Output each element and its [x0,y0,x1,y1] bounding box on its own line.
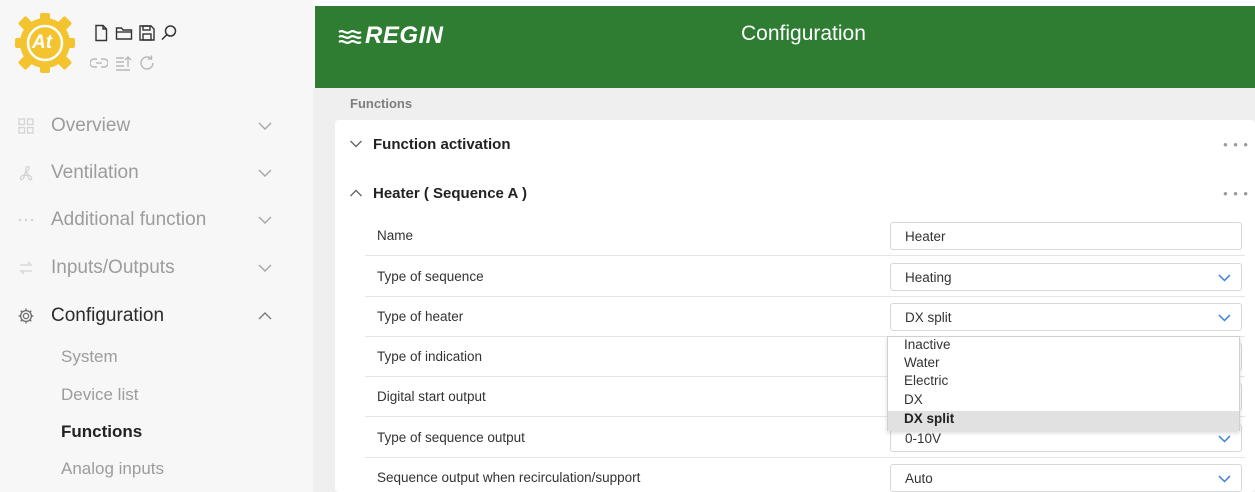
more-options-icon[interactable]: • • • [1223,137,1249,152]
subnav-item-functions[interactable]: Functions [61,422,142,442]
sidebar-item-additional-function[interactable]: Additional function [0,200,313,240]
list-upload-icon[interactable] [114,54,132,72]
sidebar-item-label: Overview [51,115,131,136]
dropdown-option-inactive[interactable]: Inactive [888,337,1239,357]
row-type-of-heater: Type of heater DX split [365,297,1245,337]
sidebar-item-label: Ventilation [51,162,139,183]
dropdown-option-dx[interactable]: DX [888,392,1239,412]
chevron-down-icon [1218,432,1231,445]
chevron-up-icon [256,307,274,325]
field-value: Heater [905,229,946,244]
gear-icon [17,307,35,325]
section-title: Heater ( Sequence A ) [373,184,527,202]
header-bar: REGIN Configuration [315,6,1255,88]
chevron-down-icon [1218,271,1231,284]
sidebar-item-ventilation[interactable]: Ventilation [0,153,313,193]
sidebar: At Overview Ventilation Additional funct… [0,0,313,492]
row-name: Name Heater [365,216,1245,256]
chevron-down-icon [349,137,363,151]
sidebar-item-overview[interactable]: Overview [0,106,313,146]
regin-waves-icon [338,30,362,44]
row-label: Type of heater [377,309,464,324]
sidebar-item-label: Configuration [51,305,165,326]
dropdown-option-water[interactable]: Water [888,355,1239,375]
new-file-icon[interactable] [92,24,110,42]
chevron-down-icon [1218,311,1231,324]
row-label: Sequence output when recirculation/suppo… [377,470,641,485]
subnav-item-device-list[interactable]: Device list [61,385,138,405]
chevron-up-icon [349,186,363,200]
page-title: Configuration [741,22,866,45]
toolbar: At [0,0,313,88]
fan-icon [17,164,35,182]
type-of-sequence-select[interactable]: Heating [890,263,1242,291]
refresh-icon[interactable] [138,54,156,72]
field-value: DX split [905,310,952,325]
field-value: 0-10V [905,431,942,446]
app-logo[interactable]: At [12,10,78,76]
row-label: Type of sequence [377,269,484,284]
section-function-activation[interactable]: Function activation • • • [335,131,1255,157]
sidebar-item-label: Additional function [51,209,207,230]
type-of-heater-dropdown: Inactive Water Electric DX DX split [887,336,1240,431]
save-icon[interactable] [138,24,156,42]
main-content: Functions Function activation • • • Heat… [313,88,1255,492]
dots-icon [17,211,35,229]
sidebar-item-inputs-outputs[interactable]: Inputs/Outputs [0,248,313,288]
chevron-down-icon [256,211,274,229]
open-folder-icon[interactable] [115,24,133,42]
dropdown-option-electric[interactable]: Electric [888,373,1239,393]
row-label: Name [377,228,414,243]
chevron-down-icon [256,164,274,182]
section-heater-sequence-a[interactable]: Heater ( Sequence A ) • • • [335,180,1255,206]
subnav-item-analog-inputs[interactable]: Analog inputs [61,459,164,479]
name-input[interactable]: Heater [890,222,1242,250]
row-label: Digital start output [377,389,486,404]
search-icon[interactable] [160,24,178,42]
app-logo-text: At [32,32,53,53]
sidebar-item-configuration[interactable]: Configuration [0,296,313,336]
type-of-heater-select[interactable]: DX split [890,303,1242,331]
row-sequence-output-recirculation: Sequence output when recirculation/suppo… [365,458,1245,492]
grid-icon [17,117,35,135]
field-value: Heating [905,270,952,285]
section-title: Function activation [373,135,511,153]
chevron-down-icon [1218,472,1231,485]
header: REGIN Configuration [313,0,1255,88]
row-type-of-sequence: Type of sequence Heating [365,257,1245,297]
functions-panel: Function activation • • • Heater ( Seque… [335,120,1255,492]
breadcrumb: Functions [350,96,413,111]
more-options-icon[interactable]: • • • [1223,186,1249,201]
row-label: Type of sequence output [377,430,525,445]
sequence-output-recirculation-select[interactable]: Auto [890,464,1242,492]
link-icon[interactable] [90,54,108,72]
field-value: Auto [905,471,933,486]
brand-name: REGIN [365,22,444,49]
dropdown-option-dx-split[interactable]: DX split [888,411,1239,431]
subnav-item-system[interactable]: System [61,347,118,367]
sidebar-item-label: Inputs/Outputs [51,257,175,278]
chevron-down-icon [256,117,274,135]
chevron-down-icon [256,259,274,277]
brand-logo: REGIN [337,19,444,53]
io-arrows-icon [17,259,35,277]
row-label: Type of indication [377,349,483,364]
